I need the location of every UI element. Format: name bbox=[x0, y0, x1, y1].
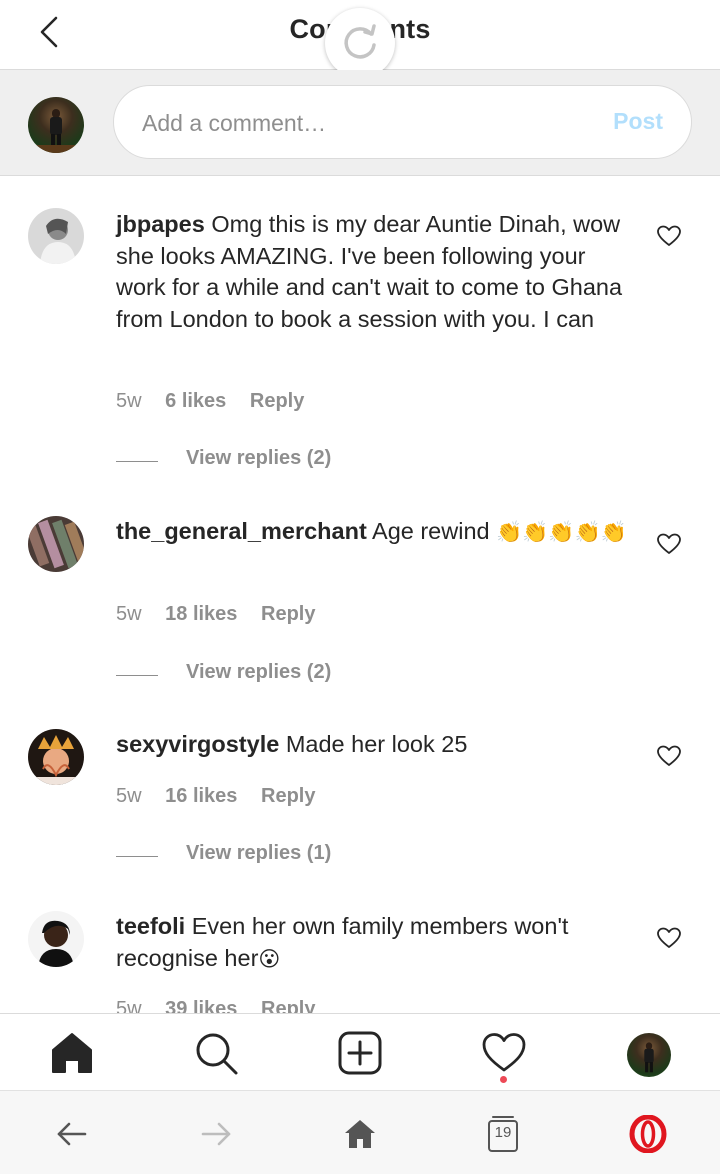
reply-button[interactable]: Reply bbox=[261, 998, 315, 1013]
view-replies[interactable]: View replies (2) bbox=[116, 661, 516, 689]
comment-meta: 5w 6 likes Reply bbox=[116, 390, 322, 413]
home-icon bbox=[52, 1033, 92, 1073]
heart-outline-icon bbox=[657, 533, 681, 554]
surprised-face-emoji: 😮 bbox=[258, 946, 281, 971]
header-bar: Comments bbox=[0, 0, 720, 78]
search-icon bbox=[196, 1033, 238, 1075]
loading-spinner bbox=[325, 8, 395, 78]
post-button[interactable]: Post bbox=[613, 108, 663, 135]
comment-likes[interactable]: 39 likes bbox=[165, 998, 237, 1013]
comment-likes[interactable]: 6 likes bbox=[165, 390, 226, 412]
comment-time: 5w bbox=[116, 603, 142, 625]
nav-search[interactable] bbox=[193, 1030, 239, 1076]
comment-input[interactable] bbox=[142, 106, 582, 140]
bottom-navigation bbox=[0, 1013, 720, 1090]
avatar[interactable] bbox=[28, 516, 84, 572]
comment-item: teefoli Even her own family members won'… bbox=[0, 911, 720, 1013]
comment-meta: 5w 39 likes Reply bbox=[116, 998, 333, 1013]
comment-message: Age rewind bbox=[372, 518, 490, 544]
comment-meta: 5w 18 likes Reply bbox=[116, 603, 333, 626]
heart-outline-icon bbox=[657, 745, 681, 766]
current-user-avatar bbox=[28, 97, 84, 153]
view-replies[interactable]: View replies (2) bbox=[116, 447, 516, 475]
clapping-hands-emoji: 👏👏👏👏👏 bbox=[496, 520, 627, 544]
comment-composer: Post bbox=[0, 70, 720, 176]
comment-username[interactable]: the_general_merchant bbox=[116, 518, 367, 544]
view-replies-label: View replies (2) bbox=[186, 447, 332, 469]
nav-activity[interactable] bbox=[481, 1030, 527, 1076]
view-replies[interactable]: View replies (1) bbox=[116, 842, 516, 870]
reply-button[interactable]: Reply bbox=[261, 603, 315, 625]
like-button[interactable] bbox=[656, 224, 682, 248]
nav-new-post[interactable] bbox=[337, 1030, 383, 1076]
comments-screen: Comments Post bbox=[0, 0, 720, 1174]
back-arrow-icon bbox=[57, 1122, 87, 1146]
opera-menu-button[interactable] bbox=[629, 1114, 667, 1154]
comment-meta: 5w 16 likes Reply bbox=[116, 785, 333, 808]
comment-box: Post bbox=[113, 85, 692, 159]
comment-text: jbpapes Omg this is my dear Auntie Dinah… bbox=[116, 209, 636, 335]
comment-time: 5w bbox=[116, 998, 142, 1013]
replies-divider bbox=[116, 461, 158, 462]
comment-likes[interactable]: 18 likes bbox=[165, 603, 237, 625]
like-button[interactable] bbox=[656, 926, 682, 950]
reply-button[interactable]: Reply bbox=[261, 785, 315, 807]
browser-home-button[interactable] bbox=[341, 1115, 379, 1153]
heart-outline-icon bbox=[657, 225, 681, 246]
comment-text: teefoli Even her own family members won'… bbox=[116, 911, 636, 975]
nav-profile-avatar[interactable] bbox=[627, 1033, 671, 1077]
comment-username[interactable]: jbpapes bbox=[116, 211, 205, 237]
forward-arrow-icon bbox=[201, 1122, 231, 1146]
heart-outline-icon bbox=[657, 927, 681, 948]
replies-divider bbox=[116, 856, 158, 857]
new-post-icon bbox=[338, 1031, 382, 1075]
comment-message: Made her look 25 bbox=[285, 731, 468, 757]
notification-dot bbox=[500, 1076, 507, 1083]
browser-forward-button[interactable] bbox=[197, 1115, 235, 1153]
nav-home[interactable] bbox=[49, 1030, 95, 1076]
view-replies-label: View replies (1) bbox=[186, 842, 332, 864]
browser-toolbar: 19 bbox=[0, 1090, 720, 1174]
reply-button[interactable]: Reply bbox=[250, 390, 304, 412]
comment-text: the_general_merchant Age rewind 👏👏👏👏👏 bbox=[116, 516, 636, 549]
avatar[interactable] bbox=[28, 729, 84, 785]
comment-text: sexyvirgostyle Made her look 25 bbox=[116, 729, 636, 761]
opera-icon bbox=[629, 1114, 667, 1154]
comment-likes[interactable]: 16 likes bbox=[165, 785, 237, 807]
avatar[interactable] bbox=[28, 208, 84, 264]
like-button[interactable] bbox=[656, 744, 682, 768]
comment-username[interactable]: sexyvirgostyle bbox=[116, 731, 279, 757]
refresh-icon bbox=[344, 24, 376, 59]
browser-back-button[interactable] bbox=[53, 1115, 91, 1153]
comment-username[interactable]: teefoli bbox=[116, 913, 185, 939]
browser-home-icon bbox=[345, 1120, 375, 1148]
view-replies-label: View replies (2) bbox=[186, 661, 332, 683]
comment-time: 5w bbox=[116, 785, 142, 807]
browser-tabs-button[interactable]: 19 bbox=[487, 1115, 525, 1153]
comment-time: 5w bbox=[116, 390, 142, 412]
like-button[interactable] bbox=[656, 532, 682, 556]
activity-heart-icon bbox=[482, 1033, 526, 1072]
replies-divider bbox=[116, 675, 158, 676]
avatar[interactable] bbox=[28, 911, 84, 967]
tab-count: 19 bbox=[494, 1124, 512, 1141]
